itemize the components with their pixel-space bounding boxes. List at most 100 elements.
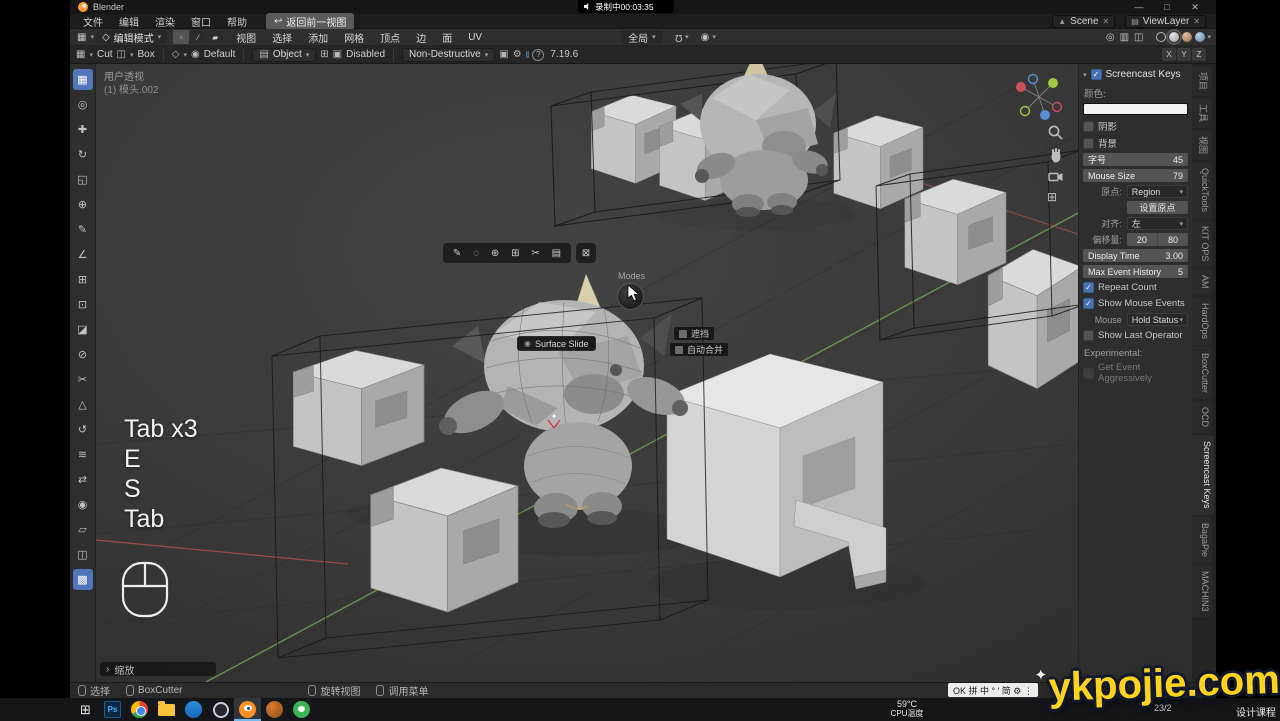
tool-bevel[interactable]: ◪ (73, 319, 93, 340)
menu-view[interactable]: 视图 (229, 30, 263, 45)
settings-gear-icon[interactable]: ⚙ (513, 49, 522, 60)
tab-ocd[interactable]: OCD (1192, 401, 1212, 433)
snap-chevron-icon[interactable]: ▾ (685, 33, 689, 41)
tool-edge-slide[interactable]: ⇄ (73, 469, 93, 490)
tab-bagapie[interactable]: BagaPie (1192, 517, 1212, 563)
automerge-popup[interactable]: 自动合并 (670, 343, 728, 356)
color-swatch[interactable] (1083, 103, 1188, 115)
solid-shading-icon[interactable] (1169, 32, 1179, 42)
occlude-popup[interactable]: 遮挡 (674, 327, 714, 340)
menu-edge[interactable]: 边 (409, 30, 433, 45)
zoom-icon[interactable] (1047, 124, 1065, 142)
menu-vertex[interactable]: 顶点 (373, 30, 407, 45)
operator-redo-panel[interactable]: › 缩放 (100, 662, 216, 676)
mirror-x-button[interactable]: X (1162, 48, 1176, 61)
mini-mesh-icon[interactable]: ▤ (552, 248, 561, 259)
brush-icon[interactable]: ◇ (172, 49, 180, 60)
viewport-3d[interactable]: 用户透视 (1) 模头.002 ✎ ◌ ⊕ ⊞ ✂ ▤ ⊠ Modes ◉ Su… (96, 64, 1078, 682)
active-tool-icon[interactable]: ▦ (76, 49, 85, 60)
taskbar-photoshop[interactable]: Ps (99, 698, 126, 721)
taskbar-app-orange[interactable] (261, 698, 288, 721)
pause-icon[interactable]: ‖ (526, 50, 529, 60)
mirror-y-button[interactable]: Y (1177, 48, 1191, 61)
pipeline-dropdown[interactable]: Non-Destructive ▾ (402, 48, 495, 62)
tab-item[interactable]: 项目 (1192, 66, 1212, 96)
snap-state-label[interactable]: Disabled (346, 49, 385, 60)
background-checkbox[interactable] (1083, 138, 1094, 149)
menu-face[interactable]: 面 (435, 30, 459, 45)
tab-view[interactable]: 视图 (1192, 130, 1212, 160)
editor-type-icon[interactable]: ▦ (75, 32, 88, 43)
tool-inset[interactable]: ⊡ (73, 294, 93, 315)
brush-name[interactable]: Default (204, 49, 236, 60)
tab-kitops[interactable]: KIT OPS (1192, 220, 1212, 267)
tool-cursor[interactable]: ◎ (73, 94, 93, 115)
tab-hardops[interactable]: HardOps (1192, 297, 1212, 345)
show-last-operator-checkbox[interactable] (1083, 330, 1094, 341)
mode-dropdown[interactable]: ◇ 编辑模式 ▾ (96, 30, 167, 44)
tab-machin3[interactable]: MACHIN3 (1192, 565, 1212, 618)
pan-hand-icon[interactable] (1047, 146, 1065, 164)
help-icon[interactable]: ? (532, 49, 544, 61)
tool-smooth[interactable]: ≋ (73, 444, 93, 465)
shadow-checkbox[interactable] (1083, 121, 1094, 132)
tool-spin[interactable]: ↺ (73, 419, 93, 440)
tab-quicktools[interactable]: QuickTools (1192, 162, 1212, 218)
snap-magnet-icon[interactable]: Ω (673, 32, 684, 43)
tool-shrink-fatten[interactable]: ◉ (73, 494, 93, 515)
tab-tool[interactable]: 工具 (1192, 98, 1212, 128)
tool-select-box[interactable]: ▦ (73, 69, 93, 90)
menu-window[interactable]: 窗口 (184, 13, 218, 30)
tool-shear[interactable]: ▱ (73, 519, 93, 540)
shading-chevron-icon[interactable]: ▾ (1207, 33, 1211, 41)
taskbar-obs[interactable] (207, 698, 234, 721)
object-dropdown[interactable]: ▤ Object ▾ (252, 48, 316, 62)
mini-grid-icon[interactable]: ⊞ (511, 248, 519, 259)
offset-x-field[interactable]: 20 (1127, 233, 1158, 246)
copy-settings-icon[interactable]: ▣ (499, 49, 508, 60)
tool-boxcutter[interactable]: ▩ (73, 569, 93, 590)
proportional-chevron-icon[interactable]: ▾ (712, 33, 716, 41)
screencast-enable-checkbox[interactable]: ✓ (1091, 69, 1102, 80)
proportional-editing-icon[interactable]: ◉ (699, 32, 712, 43)
viewlayer-remove-icon[interactable]: ✕ (1193, 17, 1200, 26)
close-button[interactable]: ✕ (1188, 2, 1202, 13)
mouse-display-dropdown[interactable]: Hold Status ▾ (1127, 313, 1188, 326)
menu-edit[interactable]: 编辑 (112, 13, 146, 30)
maximize-button[interactable]: □ (1160, 2, 1174, 13)
wireframe-shading-icon[interactable] (1156, 32, 1166, 42)
repeat-count-checkbox[interactable]: ✓ (1083, 282, 1094, 293)
start-button[interactable]: ⊞ (72, 698, 99, 721)
vertex-select-button[interactable]: ▫ (173, 30, 189, 44)
get-event-checkbox[interactable] (1083, 368, 1094, 379)
back-to-previous-view-button[interactable]: ↩ 返回前一视图 (266, 13, 354, 30)
menu-add[interactable]: 添加 (301, 30, 335, 45)
taskbar-app-green[interactable] (288, 698, 315, 721)
tool-scale[interactable]: ◱ (73, 169, 93, 190)
tool-transform[interactable]: ⊕ (73, 194, 93, 215)
font-size-slider[interactable]: 字号 45 (1083, 153, 1188, 166)
scene-unlink-icon[interactable]: ✕ (1103, 17, 1110, 26)
taskbar-blender[interactable] (234, 698, 261, 721)
tool-extrude[interactable]: ⊞ (73, 269, 93, 290)
rendered-shading-icon[interactable] (1195, 32, 1205, 42)
face-select-button[interactable]: ▰ (207, 30, 223, 44)
show-overlays-icon[interactable]: ▥ (1118, 32, 1131, 43)
max-history-slider[interactable]: Max Event History 5 (1083, 265, 1188, 278)
mini-add-icon[interactable]: ⊕ (491, 248, 499, 259)
tool-loopcut[interactable]: ⊘ (73, 344, 93, 365)
shape-icon[interactable]: ◫ (117, 49, 126, 60)
align-dropdown[interactable]: 左 ▾ (1127, 217, 1188, 230)
display-time-slider[interactable]: Display Time 3.00 (1083, 249, 1188, 262)
offset-y-field[interactable]: 80 (1158, 233, 1188, 246)
ortho-grid-icon[interactable]: ⊞ (1047, 190, 1057, 204)
tool-knife[interactable]: ✂ (73, 369, 93, 390)
viewlayer-selector[interactable]: ▤ ViewLayer ✕ (1125, 15, 1206, 28)
edge-select-button[interactable]: ∕ (190, 30, 206, 44)
menu-select[interactable]: 选择 (265, 30, 299, 45)
scene-selector[interactable]: ▲ Scene ✕ (1052, 15, 1115, 28)
tab-screencast-keys[interactable]: Screencast Keys (1192, 435, 1214, 515)
menu-render[interactable]: 渲染 (148, 13, 182, 30)
menu-uv[interactable]: UV (461, 32, 489, 43)
tool-polybuild[interactable]: △ (73, 394, 93, 415)
